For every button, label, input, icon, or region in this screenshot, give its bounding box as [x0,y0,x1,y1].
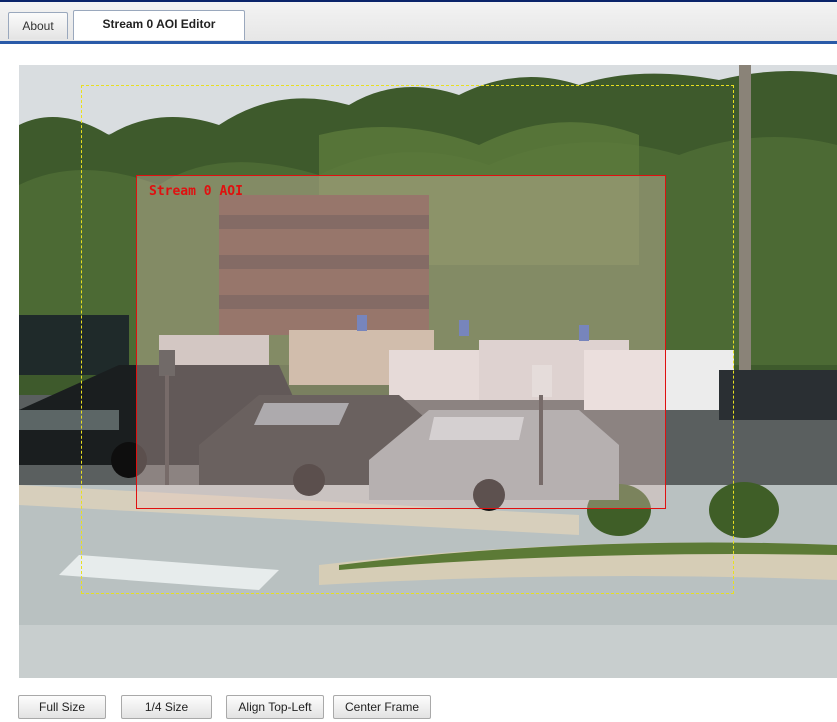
aoi-selection-box[interactable]: Stream 0 AOI [136,175,666,509]
align-top-left-button[interactable]: Align Top-Left [226,695,324,719]
tab-bar: About Stream 0 AOI Editor [0,2,837,44]
tab-stream-0-aoi-editor[interactable]: Stream 0 AOI Editor [73,10,245,40]
camera-image-viewer[interactable]: Stream 0 AOI [19,65,837,678]
tab-bar-underline [0,41,837,44]
tab-about[interactable]: About [8,12,68,39]
aoi-label: Stream 0 AOI [149,184,243,199]
center-frame-button[interactable]: Center Frame [333,695,431,719]
quarter-size-button[interactable]: 1/4 Size [121,695,212,719]
full-size-button[interactable]: Full Size [18,695,106,719]
